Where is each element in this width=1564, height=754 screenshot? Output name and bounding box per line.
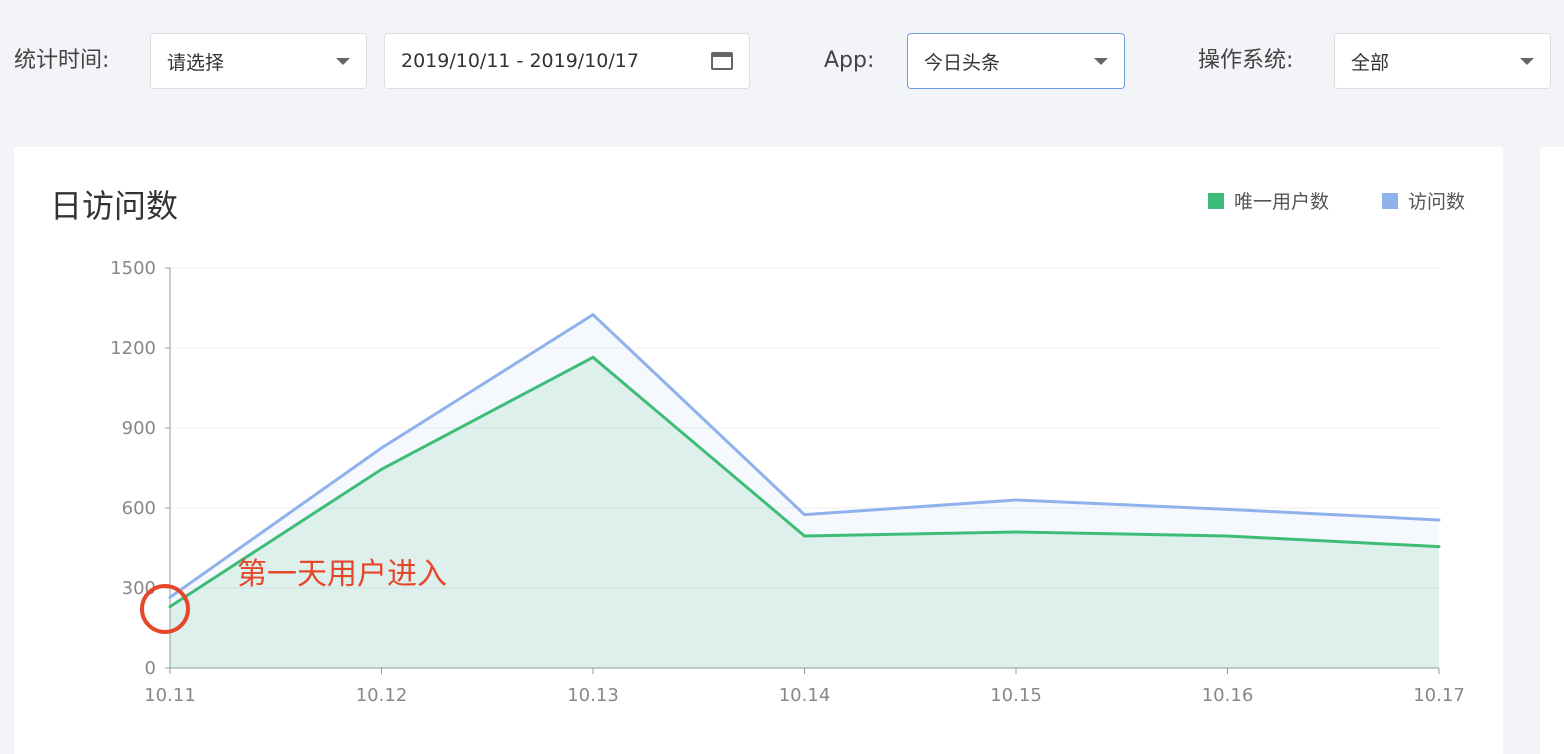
data-point-unique-users <box>1014 530 1018 534</box>
x-tick-label: 10.14 <box>779 685 831 706</box>
annotation-text: 第一天用户进入 <box>237 557 447 592</box>
x-tick-label: 10.17 <box>1413 685 1465 706</box>
x-tick-label: 10.16 <box>1202 685 1254 706</box>
y-tick-label: 600 <box>122 498 156 519</box>
data-point-visits <box>1014 498 1018 502</box>
app-select[interactable]: 今日头条 <box>907 33 1125 89</box>
y-tick-label: 900 <box>122 418 156 439</box>
calendar-icon[interactable] <box>711 52 733 70</box>
data-point-unique-users <box>380 467 383 471</box>
time-filter-label: 统计时间: <box>14 48 110 73</box>
y-tick-label: 1500 <box>110 258 156 279</box>
data-point-visits <box>1226 507 1229 511</box>
app-filter-label: App: <box>824 48 875 73</box>
os-select[interactable]: 全部 <box>1334 33 1551 89</box>
x-tick-label: 10.15 <box>990 685 1042 706</box>
data-point-unique-users <box>1437 545 1441 549</box>
date-range-input[interactable]: 2019/10/11 - 2019/10/17 <box>384 33 750 89</box>
chevron-down-icon <box>336 58 350 65</box>
data-point-visits <box>380 446 383 450</box>
side-card <box>1540 147 1564 754</box>
chevron-down-icon <box>1520 58 1534 65</box>
date-range-value: 2019/10/11 - 2019/10/17 <box>401 50 639 72</box>
data-point-unique-users <box>168 605 172 609</box>
x-tick-label: 10.13 <box>567 685 619 706</box>
os-filter-label: 操作系统: <box>1198 48 1294 73</box>
data-point-unique-users <box>803 534 806 538</box>
daily-visits-card: 日访问数 唯一用户数 访问数 0 300 600 900 1200 1500 10.11 10… <box>14 147 1503 754</box>
x-tick-label: 10.12 <box>356 685 408 706</box>
daily-visits-chart: 03006009001200150010.11 10.12 10.13 10.14 10… <box>110 258 1465 706</box>
y-tick-label: 1200 <box>110 338 156 359</box>
data-point-visits <box>1437 518 1441 522</box>
data-point-visits <box>591 313 595 317</box>
data-point-unique-users <box>591 355 595 359</box>
chevron-down-icon <box>1094 58 1108 65</box>
y-tick-label: 0 <box>145 658 156 679</box>
time-select[interactable]: 请选择 <box>150 33 367 89</box>
data-point-unique-users <box>1226 534 1229 538</box>
data-point-visits <box>803 513 806 517</box>
data-point-visits <box>168 595 172 599</box>
x-tick-label: 10.11 <box>144 685 196 706</box>
